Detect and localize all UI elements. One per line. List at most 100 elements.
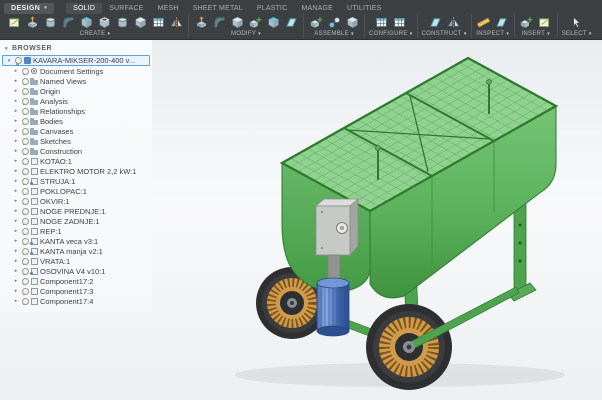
toolbar-tab[interactable]: SOLID (66, 3, 102, 14)
tree-row[interactable]: ▸ Named Views (0, 76, 152, 86)
expander-icon[interactable]: ▾ (6, 58, 12, 64)
create-group-dropdown[interactable]: CREATE▾ (80, 31, 111, 37)
visibility-icon[interactable] (21, 127, 28, 135)
tree-row[interactable]: ▸ KANTA veca v3:1 (0, 236, 152, 246)
expander-icon[interactable]: ▸ (13, 228, 19, 234)
section-analysis-button[interactable] (494, 15, 510, 30)
expander-icon[interactable]: ▸ (13, 158, 19, 164)
expander-icon[interactable]: ▸ (13, 98, 19, 104)
split-body-button[interactable] (283, 15, 299, 30)
tree-row[interactable]: ▸ Bodies (0, 116, 152, 126)
tree-row[interactable]: ▸ Component17:4 (0, 296, 152, 306)
visibility-icon[interactable] (21, 287, 28, 295)
extrude-button[interactable] (24, 15, 40, 30)
workspace-switcher[interactable]: DESIGN ▾ (4, 3, 54, 14)
expander-icon[interactable]: ▸ (13, 248, 19, 254)
expander-icon[interactable]: ▸ (13, 258, 19, 264)
expander-icon[interactable]: ▸ (13, 178, 19, 184)
expander-icon[interactable]: ▸ (13, 88, 19, 94)
expander-icon[interactable]: ▸ (13, 78, 19, 84)
construct-axis-button[interactable] (445, 15, 461, 30)
visibility-icon[interactable] (21, 137, 28, 145)
tree-row[interactable]: ▸ REP:1 (0, 226, 152, 236)
tree-row[interactable]: ▸ Component17:3 (0, 286, 152, 296)
configuration-table-button[interactable] (392, 15, 408, 30)
expander-icon[interactable]: ▸ (13, 268, 19, 274)
tree-row[interactable]: ▸ Analysis (0, 96, 152, 106)
configure-button[interactable] (374, 15, 390, 30)
expander-icon[interactable]: ▸ (13, 288, 19, 294)
loft-button[interactable] (78, 15, 94, 30)
expander-icon[interactable]: ▸ (13, 208, 19, 214)
browser-header[interactable]: ▾ BROWSER (0, 42, 152, 55)
expander-icon[interactable]: ▸ (13, 68, 19, 74)
expander-icon[interactable]: ▸ (13, 188, 19, 194)
expander-icon[interactable]: ▸ (13, 238, 19, 244)
rigid-group-button[interactable] (344, 15, 360, 30)
pattern-button[interactable] (150, 15, 166, 30)
visibility-icon[interactable] (21, 257, 28, 265)
visibility-icon[interactable] (21, 167, 28, 175)
measure-button[interactable] (476, 15, 492, 30)
visibility-icon[interactable] (21, 107, 28, 115)
modify-group-dropdown[interactable]: MODIFY▾ (231, 31, 261, 37)
hole-button[interactable] (96, 15, 112, 30)
visibility-icon[interactable] (21, 77, 28, 85)
expander-icon[interactable]: ▸ (13, 138, 19, 144)
visibility-icon[interactable] (21, 267, 28, 275)
revolve-button[interactable] (42, 15, 58, 30)
visibility-icon[interactable] (21, 187, 28, 195)
visibility-icon[interactable] (21, 197, 28, 205)
visibility-icon[interactable] (21, 147, 28, 155)
tree-row[interactable]: ▸ OSOVINA V4 v10:1 (0, 266, 152, 276)
model-electrical-box[interactable] (316, 199, 358, 255)
tree-row[interactable]: ▸ ELEKTRO MOTOR 2,2 kW:1 (0, 166, 152, 176)
toolbar-tab[interactable]: UTILITIES (340, 3, 388, 14)
toolbar-tab[interactable]: SHEET METAL (186, 3, 250, 14)
tree-row[interactable]: ▸ Sketches (0, 136, 152, 146)
toolbar-tab[interactable]: MANAGE (294, 3, 340, 14)
visibility-icon[interactable] (21, 277, 28, 285)
expander-icon[interactable]: ▸ (13, 118, 19, 124)
visibility-icon[interactable] (21, 67, 28, 75)
visibility-icon[interactable] (21, 207, 28, 215)
decal-button[interactable] (537, 15, 553, 30)
tree-row[interactable]: ▸ NOGE PREDNJE:1 (0, 206, 152, 216)
expander-icon[interactable]: ▸ (13, 218, 19, 224)
toolbar-tab[interactable]: SURFACE (102, 3, 150, 14)
visibility-icon[interactable] (21, 217, 28, 225)
expander-icon[interactable]: ▸ (13, 148, 19, 154)
expander-icon[interactable]: ▸ (13, 298, 19, 304)
visibility-icon[interactable] (21, 87, 28, 95)
tree-row[interactable]: ▸ NOGE ZADNJE:1 (0, 216, 152, 226)
sweep-button[interactable] (60, 15, 76, 30)
tree-row[interactable]: ▸ Relationships (0, 106, 152, 116)
expander-icon[interactable]: ▸ (13, 108, 19, 114)
configure-group-dropdown[interactable]: CONFIGURE▾ (369, 31, 413, 37)
construct-plane-button[interactable] (427, 15, 443, 30)
expander-icon[interactable]: ▸ (13, 128, 19, 134)
mirror-button[interactable] (168, 15, 184, 30)
tree-row[interactable]: ▸ KANTA manja v2:1 (0, 246, 152, 256)
visibility-icon[interactable] (21, 297, 28, 305)
expander-icon[interactable]: ▸ (13, 278, 19, 284)
visibility-icon[interactable] (21, 237, 28, 245)
toolbar-tab[interactable]: MESH (151, 3, 186, 14)
create-sketch-button[interactable] (6, 15, 22, 30)
assemble-group-dropdown[interactable]: ASSEMBLE▾ (314, 31, 354, 37)
tree-row[interactable]: ▸ OKVIR:1 (0, 196, 152, 206)
tree-row[interactable]: ▸ KOTAO:1 (0, 156, 152, 166)
tree-row[interactable]: ▸ Component17:2 (0, 276, 152, 286)
visibility-icon[interactable] (14, 57, 21, 65)
tree-row[interactable]: ▸ Canvases (0, 126, 152, 136)
tree-row[interactable]: ▸ VRATA:1 (0, 256, 152, 266)
primitive-box-button[interactable] (132, 15, 148, 30)
tree-row[interactable]: ▸ POKLOPAC:1 (0, 186, 152, 196)
tree-row[interactable]: ▸ Construction (0, 146, 152, 156)
tree-row[interactable]: ▸ Origin (0, 86, 152, 96)
select-button[interactable] (569, 15, 585, 30)
visibility-icon[interactable] (21, 117, 28, 125)
combine-button[interactable] (247, 15, 263, 30)
press-pull-button[interactable] (193, 15, 209, 30)
inspect-group-dropdown[interactable]: INSPECT▾ (476, 31, 509, 37)
